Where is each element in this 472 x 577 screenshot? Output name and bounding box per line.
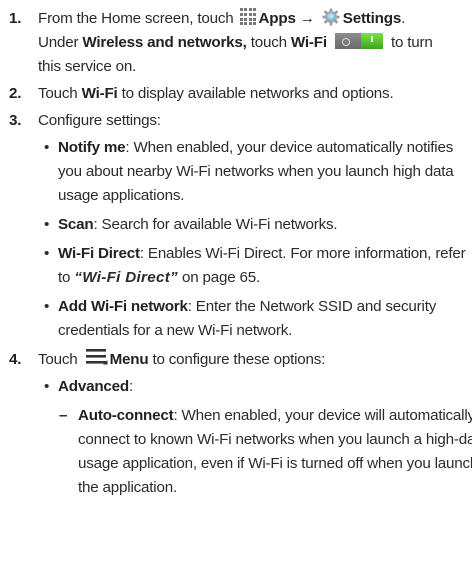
list-item: • Advanced: bbox=[44, 378, 134, 395]
cross-reference-link[interactable]: “Wi-Fi Direct” bbox=[74, 269, 178, 286]
step-2: 2. Touch Wi-Fi to display available netw… bbox=[0, 82, 472, 106]
instructions: 1. From the Home screen, touch Apps → Se… bbox=[0, 0, 472, 500]
step-number: 4. bbox=[9, 351, 22, 368]
manual-page: 1. From the Home screen, touch Apps → Se… bbox=[0, 0, 472, 577]
step-1-line-1: From the Home screen, touch Apps → Setti… bbox=[38, 7, 472, 31]
list-item: • Notify me: When enabled, your device a… bbox=[44, 139, 454, 204]
apps-grid-icon bbox=[239, 8, 257, 26]
option-label: Auto-connect bbox=[78, 407, 174, 424]
list-item: • Add Wi-Fi network: Enter the Network S… bbox=[44, 298, 437, 339]
menu-label: Menu bbox=[109, 351, 149, 368]
list-item: • Scan: Search for available Wi-Fi netwo… bbox=[44, 216, 338, 233]
arrow: → bbox=[299, 10, 315, 27]
toggle-switch-icon bbox=[334, 32, 383, 49]
option-label: Wi-Fi Direct bbox=[58, 245, 140, 262]
menu-icon bbox=[85, 348, 108, 365]
step-1-line-3: this service on. bbox=[38, 58, 137, 75]
step-1-line-2: Under Wireless and networks, touch Wi-Fi… bbox=[38, 32, 433, 51]
settings-label: Settings bbox=[342, 10, 402, 27]
option-label: Add Wi-Fi network bbox=[58, 298, 188, 315]
wireless-label: Wireless and networks, bbox=[82, 34, 247, 51]
wifi-label: Wi-Fi bbox=[290, 34, 327, 51]
option-label: Advanced bbox=[58, 378, 129, 395]
option-label: Notify me bbox=[58, 139, 126, 156]
step-4: 4. Touch Menu to configure these options… bbox=[0, 348, 472, 372]
step-number: 3. bbox=[9, 112, 22, 129]
wifi-label: Wi-Fi bbox=[81, 85, 118, 102]
apps-label: Apps bbox=[258, 10, 296, 27]
settings-options-list: • Notify me: When enabled, your device a… bbox=[0, 136, 472, 343]
step-number: 1. bbox=[9, 10, 22, 27]
gear-icon bbox=[322, 8, 340, 26]
option-label: Scan bbox=[58, 216, 94, 233]
step-3: 3. Configure settings: bbox=[0, 109, 472, 133]
sub-option-auto-connect: – Auto-connect: When enabled, your devic… bbox=[59, 407, 472, 496]
menu-options-list: • Advanced: bbox=[0, 375, 472, 399]
list-item: • Wi-Fi Direct: Enables Wi-Fi Direct. Fo… bbox=[44, 245, 466, 286]
step-number: 2. bbox=[9, 85, 22, 102]
step-1: 1. From the Home screen, touch Apps → Se… bbox=[0, 7, 472, 79]
